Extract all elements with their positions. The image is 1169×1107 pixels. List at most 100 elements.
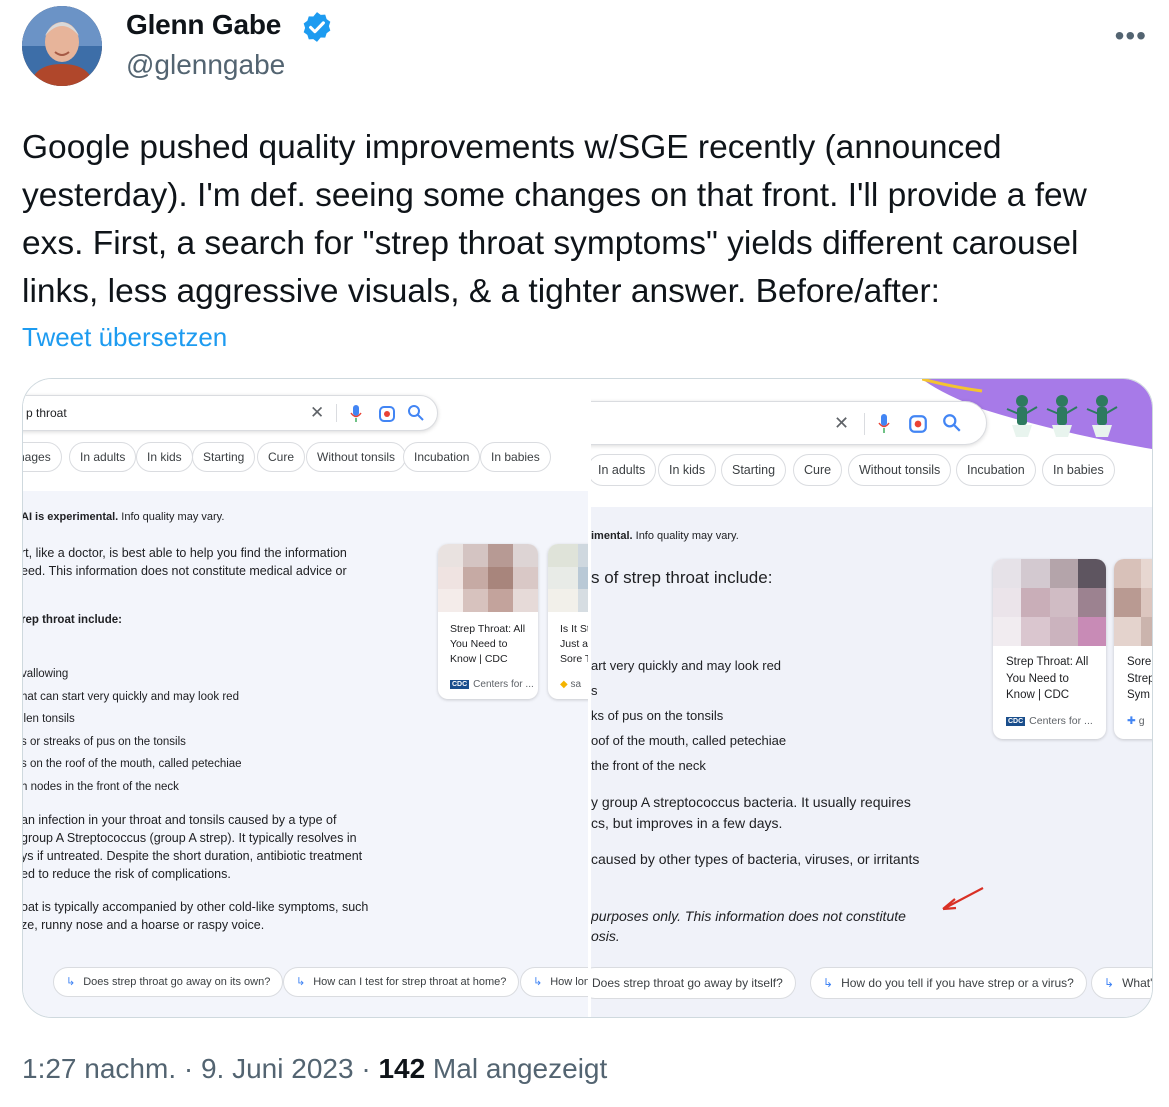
card-source: ✚ g [1127,715,1145,727]
follow-up-chip[interactable]: ↳ Does strep throat go away on its own? [53,967,284,997]
clear-icon[interactable]: ✕ [834,413,849,434]
answer-paragraph-line: y group A streptococcus bacteria. It usu… [591,794,911,810]
lens-icon[interactable] [908,414,928,434]
disclaimer-line: rt, like a doctor, is best able to help … [23,546,347,560]
reply-arrow-icon: ↳ [66,976,76,988]
answer-heading: s of strep throat include: [591,568,773,587]
search-input[interactable]: p throat ✕ [23,395,438,431]
symptom-item: s on the roof of the mouth, called petec… [23,758,242,770]
comparison-divider [588,379,591,1017]
reply-arrow-icon: ↳ [823,976,834,990]
verified-badge-icon [303,12,331,42]
blurred-thumbnail [438,544,538,612]
experimental-rest: Info quality may vary. [118,511,225,523]
chip-starting[interactable]: Starting [721,454,787,486]
card-source: ◆ sa [560,679,582,690]
chip-starting[interactable]: Starting [192,442,256,472]
follow-up-chip[interactable]: ↳ How can I test for strep throat at home… [283,967,520,997]
search-icon[interactable] [407,404,425,422]
card-title: Is It St Just a Sore T [560,623,589,665]
card-source: CDC Centers for ... [450,679,534,690]
disclaimer-line: purposes only. This information does not… [591,908,906,924]
chip-in-babies[interactable]: In babies [1042,454,1115,486]
answer-paragraph-line: group A Streptococcus (group A strep). I… [23,831,357,845]
more-options-icon[interactable]: ••• [1115,20,1147,52]
chip-in-babies[interactable]: In babies [480,442,551,472]
symptom-item: vallowing [23,668,69,680]
card-title: Strep Throat: All You Need to Know | CDC [450,623,526,665]
answer-paragraph-line: ze, runny nose and a hoarse or raspy voi… [23,918,265,932]
red-arrow-annotation-icon [942,887,984,911]
experimental-notice: AI is experimental. Info quality may var… [23,511,224,523]
symptom-item: ks of pus on the tonsils [591,708,724,723]
card-title: Sore Strep Sym [1127,656,1152,701]
chip-without-tonsils[interactable]: Without tonsils [848,454,952,486]
symptom-item: h nodes in the front of the neck [23,781,179,793]
experimental-label: AI is experimental. [23,511,119,523]
lens-icon[interactable] [378,405,396,423]
reply-arrow-icon: ↳ [533,976,543,988]
avatar-image [22,6,102,86]
translate-link[interactable]: Tweet übersetzen [22,322,227,353]
card-source: CDC Centers for ... [1006,715,1093,727]
search-input[interactable]: ✕ [589,401,987,445]
microphone-icon[interactable] [350,405,362,423]
blurred-thumbnail [993,559,1106,646]
blurred-thumbnail [1114,559,1152,646]
follow-up-chip[interactable]: ↳ What' [1091,967,1152,999]
chip-without-tonsils[interactable]: Without tonsils [306,442,407,472]
chip-cure[interactable]: Cure [257,442,306,472]
chip-incubation[interactable]: Incubation [403,442,481,472]
answer-paragraph-line: cs, but improves in a few days. [591,815,783,831]
chip-in-kids[interactable]: In kids [658,454,717,486]
answer-paragraph-line: an infection in your throat and tonsils … [23,813,337,827]
tweet-media-image[interactable]: p throat ✕ nages In adults In kids Start… [22,378,1153,1018]
carousel-card-cdc[interactable]: Strep Throat: All You Need to Know | CDC… [438,544,538,699]
avatar[interactable] [22,6,102,86]
cdc-logo-icon: CDC [450,679,470,689]
timestamp[interactable]: 1:27 nachm. · 9. Juni 2023 · [22,1053,378,1084]
symptom-item: s [591,683,598,698]
search-icon[interactable] [942,413,962,433]
microphone-icon[interactable] [878,414,890,434]
chip-in-kids[interactable]: In kids [136,442,193,472]
view-count: 142 [378,1053,426,1084]
reply-arrow-icon: ↳ [296,976,306,988]
blurred-thumbnail [548,544,589,612]
author-handle[interactable]: @glenngabe [126,49,285,81]
symptom-item: llen tonsils [23,713,75,725]
symptom-item: the front of the neck [591,758,706,773]
symptom-item: s or streaks of pus on the tonsils [23,736,186,748]
reply-arrow-icon: ↳ [1104,976,1115,990]
carousel-card-second[interactable]: Is It St Just a Sore T ◆ sa [548,544,589,699]
chip-in-adults[interactable]: In adults [69,442,137,472]
disclaimer-line: osis. [591,928,620,944]
answer-heading: rep throat include: [23,614,122,626]
author-name[interactable]: Glenn Gabe [126,9,281,41]
experimental-rest: Info quality may vary. [632,530,739,542]
after-screenshot: ✕ In adults In kids Starting Cure Withou… [589,379,1152,1017]
symptom-item: oof of the mouth, called petechiae [591,733,787,748]
views-label: Mal angezeigt [425,1053,608,1084]
answer-paragraph-line: ed to reduce the risk of complications. [23,867,231,881]
chip-in-adults[interactable]: In adults [589,454,657,486]
experimental-notice: imental. Info quality may vary. [591,530,739,542]
chip-incubation[interactable]: Incubation [956,454,1036,486]
follow-up-chip[interactable]: ↳ How lon [520,967,589,997]
carousel-card-cdc[interactable]: Strep Throat: All You Need to Know | CDC… [993,559,1106,739]
answer-paragraph-line: oat is typically accompanied by other co… [23,900,369,914]
symptom-item: art very quickly and may look red [591,658,782,673]
experimental-label: imental. [591,530,633,542]
chip-images[interactable]: nages [23,442,62,472]
card-title: Strep Throat: All You Need to Know | CDC [1006,656,1089,701]
follow-up-chip[interactable]: Does strep throat go away by itself? [589,967,796,999]
disclaimer-line: eed. This information does not constitut… [23,564,347,578]
carousel-card-second[interactable]: Sore Strep Sym ✚ g [1114,559,1152,739]
search-query: p throat [26,406,67,420]
symptom-item: hat can start very quickly and may look … [23,691,239,703]
follow-up-chip[interactable]: ↳ How do you tell if you have strep or a … [810,967,1087,999]
clear-icon[interactable]: ✕ [310,403,324,423]
cdc-logo-icon: CDC [1006,716,1026,726]
chip-cure[interactable]: Cure [793,454,843,486]
before-screenshot: p throat ✕ nages In adults In kids Start… [23,379,589,1017]
